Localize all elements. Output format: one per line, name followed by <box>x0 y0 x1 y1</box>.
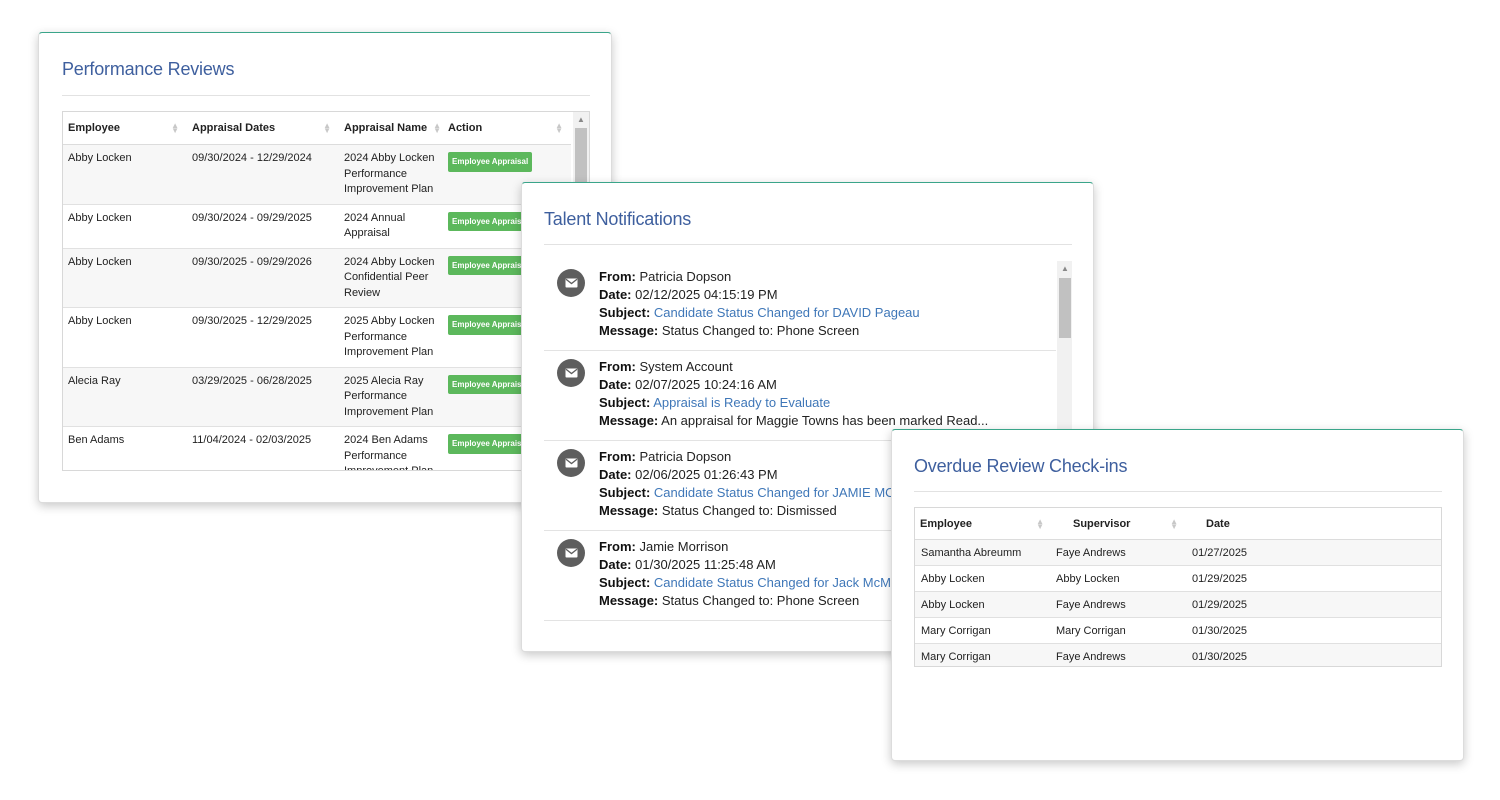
notification-date: 02/12/2025 04:15:19 PM <box>635 287 778 302</box>
table-row: Abby Locken 09/30/2025 - 09/29/2026 2024… <box>63 248 571 308</box>
notification-subject-link[interactable]: Candidate Status Changed for JAMIE MOR <box>654 485 905 500</box>
notification-from: Jamie Morrison <box>639 539 729 554</box>
notification-subject-link[interactable]: Candidate Status Changed for Jack McMul <box>654 575 901 590</box>
employee-cell: Samantha Abreumm <box>915 539 1050 566</box>
notification-message: Status Changed to: Phone Screen <box>661 323 860 338</box>
table-row: Mary Corrigan Faye Andrews 01/30/2025 <box>915 643 1441 666</box>
employee-cell: Alecia Ray <box>63 367 187 427</box>
supervisor-cell: Abby Locken <box>1050 565 1186 592</box>
appraisal-name-cell: 2024 Abby Locken Confidential Peer Revie… <box>339 248 443 308</box>
employee-appraisal-button[interactable]: Employee Appraisal <box>448 211 533 231</box>
employee-appraisal-button[interactable]: Employee Appraisal <box>448 255 533 275</box>
notification-subject-link[interactable]: Appraisal is Ready to Evaluate <box>653 395 830 410</box>
notification-message: An appraisal for Maggie Towns has been m… <box>661 413 989 428</box>
employee-appraisal-button[interactable]: Employee Appraisal <box>448 315 533 335</box>
date-cell: 01/29/2025 <box>1186 565 1441 592</box>
column-header-date[interactable]: Date <box>1186 508 1441 540</box>
appraisal-name-cell: 2024 Annual Appraisal <box>339 204 443 249</box>
sort-icon[interactable]: ▲ ▼ <box>1170 518 1178 531</box>
card-title: Overdue Review Check-ins <box>914 456 1128 476</box>
notification-date: 02/06/2025 01:26:43 PM <box>635 467 778 482</box>
employee-cell: Abby Locken <box>63 248 187 308</box>
appraisal-dates-cell: 09/30/2025 - 12/29/2025 <box>187 307 339 368</box>
notification-from: System Account <box>639 359 733 374</box>
employee-cell: Ben Adams <box>63 426 187 470</box>
date-cell: 01/30/2025 <box>1186 617 1441 644</box>
table-row: Mary Corrigan Mary Corrigan 01/30/2025 <box>915 617 1441 644</box>
supervisor-cell: Faye Andrews <box>1050 591 1186 618</box>
employee-cell: Mary Corrigan <box>915 617 1050 644</box>
appraisal-name-cell: 2025 Alecia Ray Performance Improvement … <box>339 367 443 427</box>
supervisor-cell: Faye Andrews <box>1050 539 1186 566</box>
employee-cell: Abby Locken <box>915 565 1050 592</box>
table-row: Abby Locken 09/30/2024 - 12/29/2024 2024… <box>63 144 571 205</box>
date-cell: 01/27/2025 <box>1186 539 1441 566</box>
sort-icon[interactable]: ▲ ▼ <box>323 122 331 135</box>
card-title: Talent Notifications <box>544 209 692 229</box>
column-header-supervisor[interactable]: Supervisor ▲ ▼ <box>1050 508 1186 540</box>
employee-cell: Abby Locken <box>63 144 187 205</box>
employee-appraisal-button[interactable]: Employee Appraisal <box>448 152 533 172</box>
scrollbar-thumb[interactable] <box>1059 278 1071 338</box>
notification-date: 02/07/2025 10:24:16 AM <box>635 377 777 392</box>
appraisal-dates-cell: 09/30/2024 - 09/29/2025 <box>187 204 339 249</box>
notification-subject-link[interactable]: Candidate Status Changed for DAVID Pagea… <box>654 305 920 320</box>
supervisor-cell: Faye Andrews <box>1050 643 1186 666</box>
employee-cell: Abby Locken <box>63 204 187 249</box>
employee-cell: Mary Corrigan <box>915 643 1050 666</box>
notification-from: Patricia Dopson <box>639 449 732 464</box>
notification-item: From: Patricia Dopson Date: 02/12/2025 0… <box>544 261 1056 351</box>
appraisal-name-cell: 2025 Abby Locken Performance Improvement… <box>339 307 443 368</box>
notification-item: From: System Account Date: 02/07/2025 10… <box>544 351 1056 441</box>
chevron-up-icon[interactable]: ▲ <box>1061 264 1069 273</box>
column-header-employee[interactable]: Employee ▲ ▼ <box>915 508 1050 540</box>
chevron-up-icon[interactable]: ▲ <box>577 115 585 124</box>
employee-cell: Abby Locken <box>915 591 1050 618</box>
sort-icon[interactable]: ▲ ▼ <box>555 122 563 135</box>
supervisor-cell: Mary Corrigan <box>1050 617 1186 644</box>
overdue-review-checkins-card: Overdue Review Check-ins Employee ▲ ▼ Supe… <box>891 429 1464 761</box>
card-title: Performance Reviews <box>62 59 235 79</box>
appraisal-dates-cell: 09/30/2024 - 12/29/2024 <box>187 144 339 205</box>
table-row: Abby Locken 09/30/2025 - 12/29/2025 2025… <box>63 307 571 368</box>
envelope-icon <box>557 359 585 387</box>
notification-message: Status Changed to: Phone Screen <box>661 593 860 608</box>
table-row: Abby Locken Faye Andrews 01/29/2025 <box>915 591 1441 618</box>
employee-appraisal-button[interactable]: Employee Appraisal <box>448 374 533 394</box>
divider <box>62 95 590 96</box>
overdue-checkins-table-container: Employee ▲ ▼ Supervisor ▲ ▼ Date Samantha Ab… <box>914 507 1442 667</box>
notification-date: 01/30/2025 11:25:48 AM <box>635 557 776 572</box>
table-row: Alecia Ray 03/29/2025 - 06/28/2025 2025 … <box>63 367 571 427</box>
employee-appraisal-button[interactable]: Employee Appraisal <box>448 434 533 454</box>
performance-reviews-table-container: Employee ▲ ▼ Appraisal Dates ▲ ▼ Appraisal N… <box>62 111 590 471</box>
table-row: Abby Locken Abby Locken 01/29/2025 <box>915 565 1441 592</box>
overdue-checkins-table: Employee ▲ ▼ Supervisor ▲ ▼ Date Samantha Ab… <box>915 508 1441 666</box>
appraisal-name-cell: 2024 Abby Locken Performance Improvement… <box>339 144 443 205</box>
appraisal-dates-cell: 11/04/2024 - 02/03/2025 <box>187 426 339 470</box>
column-header-action[interactable]: Action ▲ ▼ <box>443 112 571 145</box>
date-cell: 01/30/2025 <box>1186 643 1441 666</box>
date-cell: 01/29/2025 <box>1186 591 1441 618</box>
table-row: Samantha Abreumm Faye Andrews 01/27/2025 <box>915 539 1441 566</box>
table-row: Abby Locken 09/30/2024 - 09/29/2025 2024… <box>63 204 571 249</box>
column-header-appraisal-name[interactable]: Appraisal Name ▲ ▼ <box>339 112 443 145</box>
divider <box>544 244 1072 245</box>
table-row: Ben Adams 11/04/2024 - 02/03/2025 2024 B… <box>63 426 571 470</box>
divider <box>914 491 1442 492</box>
envelope-icon <box>557 539 585 567</box>
sort-icon[interactable]: ▲ ▼ <box>171 122 179 135</box>
notification-message: Status Changed to: Dismissed <box>661 503 837 518</box>
appraisal-dates-cell: 03/29/2025 - 06/28/2025 <box>187 367 339 427</box>
sort-icon[interactable]: ▲ ▼ <box>1036 518 1044 531</box>
appraisal-name-cell: 2024 Ben Adams Performance Improvement P… <box>339 426 443 470</box>
column-header-appraisal-dates[interactable]: Appraisal Dates ▲ ▼ <box>187 112 339 145</box>
notification-from: Patricia Dopson <box>639 269 732 284</box>
performance-reviews-table: Employee ▲ ▼ Appraisal Dates ▲ ▼ Appraisal N… <box>63 112 571 470</box>
sort-icon[interactable]: ▲ ▼ <box>433 122 441 135</box>
employee-cell: Abby Locken <box>63 307 187 368</box>
envelope-icon <box>557 449 585 477</box>
appraisal-dates-cell: 09/30/2025 - 09/29/2026 <box>187 248 339 308</box>
envelope-icon <box>557 269 585 297</box>
column-header-employee[interactable]: Employee ▲ ▼ <box>63 112 187 145</box>
